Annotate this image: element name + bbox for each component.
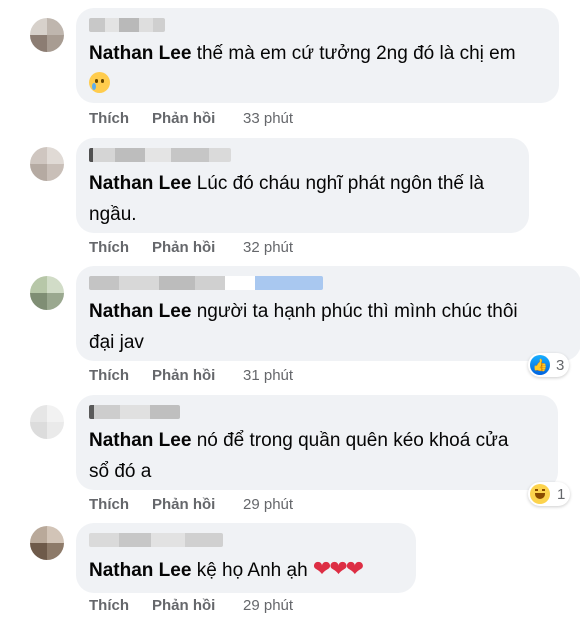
comment-bubble: Nathan Lee kệ họ Anh ạh ❤❤❤ bbox=[76, 523, 416, 593]
avatar[interactable] bbox=[30, 526, 64, 560]
like-link[interactable]: Thích bbox=[89, 496, 152, 513]
comment-text: Nathan Lee thế mà em cứ tưởng 2ng đó là … bbox=[89, 38, 547, 100]
heart-icon: ❤ bbox=[329, 556, 347, 581]
heart-icon: ❤ bbox=[312, 556, 331, 581]
reaction-count: 1 bbox=[557, 485, 566, 503]
comment-actions: Thích Phản hồi 31 phút bbox=[89, 367, 293, 384]
comment-bubble: Nathan Lee Lúc đó cháu nghĩ phát ngôn th… bbox=[76, 138, 529, 233]
reaction-summary[interactable]: 👍 3 bbox=[528, 353, 570, 377]
mention-tag[interactable]: Nathan Lee bbox=[89, 43, 191, 64]
comment-actions: Thích Phản hồi 33 phút bbox=[89, 110, 293, 127]
reply-link[interactable]: Phản hồi bbox=[152, 597, 243, 614]
like-reaction-icon: 👍 bbox=[530, 355, 550, 375]
author-name-blurred[interactable] bbox=[89, 405, 180, 419]
comment-body-continued: đại jav bbox=[89, 332, 144, 353]
mention-tag[interactable]: Nathan Lee bbox=[89, 560, 191, 581]
haha-reaction-icon bbox=[530, 484, 550, 504]
comment-bubble: Nathan Lee người ta hạnh phúc thì mình c… bbox=[76, 266, 580, 361]
comment-body: thế mà em cứ tưởng 2ng đó là chị em bbox=[196, 43, 516, 64]
avatar[interactable] bbox=[30, 276, 64, 310]
timestamp[interactable]: 33 phút bbox=[243, 110, 293, 127]
reply-link[interactable]: Phản hồi bbox=[152, 239, 243, 256]
sad-tear-face-icon bbox=[89, 72, 110, 93]
comment-actions: Thích Phản hồi 29 phút bbox=[89, 496, 293, 513]
comment-body: nó để trong quần quên kéo khoá cửa bbox=[196, 430, 509, 451]
comment-bubble: Nathan Lee nó để trong quần quên kéo kho… bbox=[76, 395, 558, 490]
like-link[interactable]: Thích bbox=[89, 597, 152, 614]
comment-text: Nathan Lee Lúc đó cháu nghĩ phát ngôn th… bbox=[89, 168, 517, 230]
author-name-blurred[interactable] bbox=[89, 533, 223, 547]
mention-tag[interactable]: Nathan Lee bbox=[89, 430, 191, 451]
comment-body: kệ họ Anh ạh bbox=[196, 560, 308, 581]
avatar[interactable] bbox=[30, 18, 64, 52]
author-name-blurred[interactable] bbox=[89, 276, 323, 290]
author-name-blurred[interactable] bbox=[89, 148, 231, 162]
reply-link[interactable]: Phản hồi bbox=[152, 110, 243, 127]
timestamp[interactable]: 29 phút bbox=[243, 496, 293, 513]
author-name-blurred[interactable] bbox=[89, 18, 165, 32]
timestamp[interactable]: 32 phút bbox=[243, 239, 293, 256]
timestamp[interactable]: 29 phút bbox=[243, 597, 293, 614]
mention-tag[interactable]: Nathan Lee bbox=[89, 173, 191, 194]
comment-actions: Thích Phản hồi 29 phút bbox=[89, 597, 293, 614]
comment-body-continued: sổ đó a bbox=[89, 461, 152, 482]
like-link[interactable]: Thích bbox=[89, 110, 152, 127]
like-link[interactable]: Thích bbox=[89, 367, 152, 384]
reaction-summary[interactable]: 1 bbox=[528, 482, 571, 506]
comment-text: Nathan Lee người ta hạnh phúc thì mình c… bbox=[89, 296, 569, 358]
reply-link[interactable]: Phản hồi bbox=[152, 367, 243, 384]
heart-icon: ❤ bbox=[345, 556, 364, 581]
comment-actions: Thích Phản hồi 32 phút bbox=[89, 239, 293, 256]
reaction-count: 3 bbox=[556, 356, 565, 374]
comment-body-continued: ngầu. bbox=[89, 204, 137, 225]
comment-text: Nathan Lee nó để trong quần quên kéo kho… bbox=[89, 425, 546, 487]
like-link[interactable]: Thích bbox=[89, 239, 152, 256]
reply-link[interactable]: Phản hồi bbox=[152, 496, 243, 513]
avatar[interactable] bbox=[30, 405, 64, 439]
comment-body: Lúc đó cháu nghĩ phát ngôn thế là bbox=[196, 173, 485, 194]
timestamp[interactable]: 31 phút bbox=[243, 367, 293, 384]
avatar[interactable] bbox=[30, 147, 64, 181]
comment-text: Nathan Lee kệ họ Anh ạh ❤❤❤ bbox=[89, 553, 404, 586]
comment-body: người ta hạnh phúc thì mình chúc thôi bbox=[196, 301, 518, 322]
comment-bubble: Nathan Lee thế mà em cứ tưởng 2ng đó là … bbox=[76, 8, 559, 103]
mention-tag[interactable]: Nathan Lee bbox=[89, 301, 191, 322]
